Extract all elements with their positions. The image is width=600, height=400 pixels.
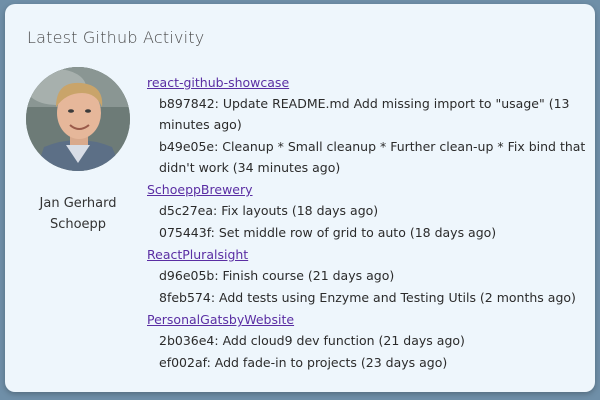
commit-item: 075443f: Set middle row of grid to auto … xyxy=(159,225,497,240)
activity-list: react-github-showcase b897842: Update RE… xyxy=(147,72,587,374)
profile: Jan Gerhard Schoepp xyxy=(26,67,130,235)
commit-item: b49e05e: Cleanup * Small cleanup * Furth… xyxy=(159,139,586,175)
commit-item: d5c27ea: Fix layouts (18 days ago) xyxy=(159,203,379,218)
avatar xyxy=(26,67,130,171)
commit-item: b897842: Update README.md Add missing im… xyxy=(159,96,570,132)
repo-link-react-github-showcase[interactable]: react-github-showcase xyxy=(147,72,587,93)
avatar-photo xyxy=(26,67,130,171)
profile-name: Jan Gerhard Schoepp xyxy=(18,193,138,235)
profile-name-line1: Jan Gerhard xyxy=(39,196,117,211)
repo-link-personalgatsbywebsite[interactable]: PersonalGatsbyWebsite xyxy=(147,309,587,330)
profile-name-line2: Schoepp xyxy=(49,217,107,232)
repo-link-schoeppbrewery[interactable]: SchoeppBrewery xyxy=(147,179,587,200)
commit-item: ef002af: Add fade-in to projects (23 day… xyxy=(159,355,448,370)
commit-item: 2b036e4: Add cloud9 dev function (21 day… xyxy=(159,333,465,348)
commit-item: 8feb574: Add tests using Enzyme and Test… xyxy=(159,290,576,305)
card-title: Latest Github Activity xyxy=(27,28,205,47)
repo-link-reactpluralsight[interactable]: ReactPluralsight xyxy=(147,244,587,265)
commit-item: d96e05b: Finish course (21 days ago) xyxy=(159,268,395,283)
github-activity-card: Latest Github Activity Jan Gerhard Schoe… xyxy=(5,4,595,392)
